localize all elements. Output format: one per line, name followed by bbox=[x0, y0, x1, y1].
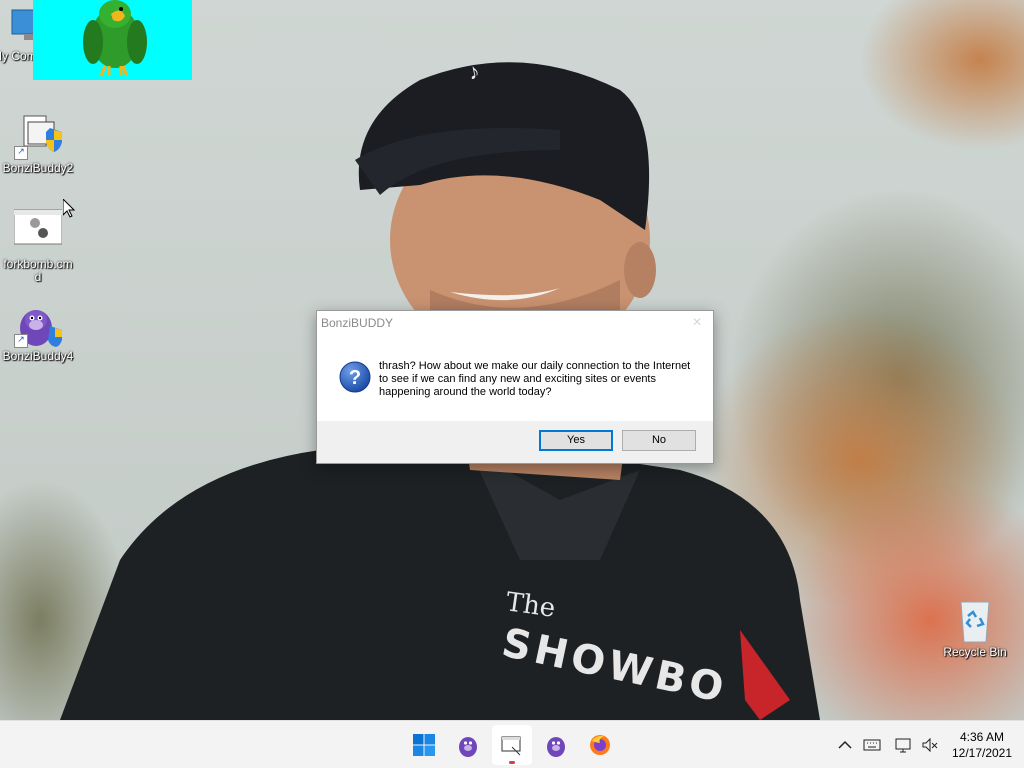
bonzi-agent-character[interactable] bbox=[33, 0, 192, 80]
desktop-icon-bonzibuddy4[interactable]: ↗ BonziBuddy4 bbox=[0, 300, 76, 363]
dialog-body: ? thrash? How about we make our daily co… bbox=[317, 335, 713, 421]
dialog-message: thrash? How about we make our daily conn… bbox=[379, 360, 691, 398]
clock-date: 12/17/2021 bbox=[951, 746, 1013, 760]
svg-text:?: ? bbox=[349, 367, 361, 389]
question-icon: ? bbox=[339, 361, 371, 393]
keyboard-icon[interactable] bbox=[862, 735, 882, 755]
volume-muted-icon[interactable] bbox=[920, 735, 940, 755]
no-button[interactable]: No bbox=[622, 430, 696, 451]
taskbar-bonzibuddy[interactable] bbox=[448, 725, 488, 765]
windows-start-icon bbox=[413, 734, 435, 756]
taskbar-firefox[interactable] bbox=[580, 725, 620, 765]
running-indicator bbox=[509, 761, 515, 764]
taskbar-window-active[interactable] bbox=[492, 725, 532, 765]
shortcut-arrow-icon: ↗ bbox=[14, 146, 28, 160]
desktop-icon-recycle-bin[interactable]: Recycle Bin bbox=[937, 596, 1013, 659]
chevron-up-icon[interactable] bbox=[835, 735, 855, 755]
desktop-icon-bonzibuddy2[interactable]: ↗ BonziBuddy2 bbox=[0, 112, 76, 175]
bonzi-gorilla-icon: ↗ bbox=[14, 300, 62, 348]
network-icon[interactable] bbox=[894, 735, 914, 755]
desktop-icon-label: BonziBuddy4 bbox=[2, 349, 74, 363]
yes-button[interactable]: Yes bbox=[539, 430, 613, 451]
desktop-icon-forkbomb[interactable]: forkbomb.cmd bbox=[0, 208, 76, 284]
cmd-script-icon bbox=[13, 208, 63, 256]
desktop-icon-label: Recycle Bin bbox=[943, 645, 1007, 659]
taskbar-bonzibuddy-2[interactable] bbox=[536, 725, 576, 765]
taskbar-clock[interactable]: 4:36 AM 12/17/2021 bbox=[944, 729, 1020, 761]
desktop-icon-label: BonziBuddy2 bbox=[2, 161, 74, 175]
bonzi-installer-icon: ↗ bbox=[14, 112, 62, 160]
bonzi-gorilla-icon bbox=[459, 737, 477, 757]
bonzibuddy-dialog: BonziBUDDY ✕ ? thrash? How about we make… bbox=[316, 310, 714, 464]
taskbar: 4:36 AM 12/17/2021 bbox=[0, 720, 1024, 768]
recycle-bin-icon bbox=[951, 596, 999, 644]
bonzi-gorilla-icon bbox=[547, 737, 565, 757]
clock-time: 4:36 AM bbox=[959, 730, 1005, 744]
firefox-icon bbox=[590, 735, 610, 755]
close-icon[interactable]: ✕ bbox=[691, 316, 703, 328]
shortcut-arrow-icon: ↗ bbox=[14, 334, 28, 348]
dialog-title: BonziBUDDY bbox=[321, 316, 394, 330]
desktop-icon-label: forkbomb.cmd bbox=[3, 257, 73, 284]
parrot-icon bbox=[83, 0, 147, 77]
mouse-cursor-icon bbox=[63, 199, 75, 218]
taskbar-start-button[interactable] bbox=[404, 725, 444, 765]
window-frame-icon bbox=[501, 736, 521, 756]
